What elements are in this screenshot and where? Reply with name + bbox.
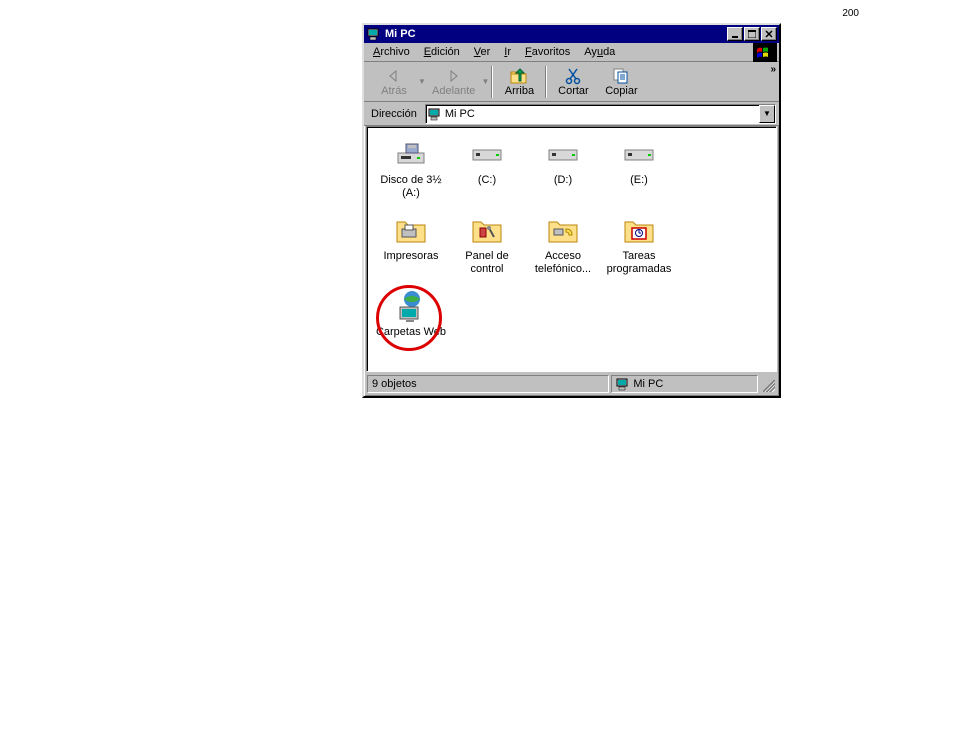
toolbar-separator [491,66,493,98]
item-label: (D:) [554,174,572,187]
folder-clock-icon [622,213,656,247]
scissors-icon [564,67,582,85]
folder-impresoras[interactable]: Impresoras [373,211,449,287]
maximize-button[interactable] [744,27,760,41]
drive-floppy-a[interactable]: Disco de 3½ (A:) [373,135,449,211]
folder-scheduled-tasks[interactable]: Tareas programadas [601,211,677,287]
address-field[interactable]: Mi PC ▼ [425,104,776,124]
folder-dialup[interactable]: Acceso telefónico... [525,211,601,287]
menu-favoritos[interactable]: Favoritos [518,44,577,60]
computer-icon-status [616,377,630,391]
arrow-right-icon [446,67,462,85]
item-label: (E:) [630,174,648,187]
copy-icon [612,67,630,85]
menu-edicion[interactable]: Edición [417,44,467,60]
drive-c[interactable]: (C:) [449,135,525,211]
resize-grip[interactable] [760,375,776,393]
explorer-window: Mi PC Archivo Edición Ver Ir Favoritos A… [362,23,781,398]
minimize-button[interactable] [727,27,743,41]
back-label: Atrás [381,85,407,97]
statusbar: 9 objetos Mi PC [366,374,777,394]
arrow-left-icon [386,67,402,85]
hdd-icon [622,137,656,171]
item-label: Disco de 3½ (A:) [375,174,447,199]
back-button[interactable]: Atrás [370,64,418,100]
titlebar[interactable]: Mi PC [364,25,779,43]
menubar: Archivo Edición Ver Ir Favoritos Ayuda [364,43,779,62]
icon-grid: Disco de 3½ (A:) (C:) [373,135,770,363]
folder-phone-icon [546,213,580,247]
forward-label: Adelante [432,85,475,97]
status-object-count: 9 objetos [372,378,417,390]
address-label: Dirección [367,108,421,120]
item-label: (C:) [478,174,496,187]
windows-logo-icon[interactable] [753,43,777,63]
copy-button[interactable]: Copiar [597,64,645,100]
menu-archivo[interactable]: Archivo [366,44,417,60]
folder-up-icon [509,67,529,85]
hdd-icon [470,137,504,171]
item-label: Impresoras [383,250,438,263]
hdd-icon [546,137,580,171]
item-label: Tareas programadas [603,250,675,275]
drive-d[interactable]: (D:) [525,135,601,211]
cut-label: Cortar [558,85,589,97]
folder-control-panel[interactable]: Panel de control [449,211,525,287]
up-label: Arriba [505,85,534,97]
item-label: Panel de control [451,250,523,275]
computer-icon-small [428,107,442,121]
forward-button[interactable]: Adelante [426,64,481,100]
page-number: 200 [842,8,859,19]
addressbar: Dirección Mi PC ▼ [364,102,779,126]
web-folder-icon [394,289,428,323]
toolbar: Atrás ▼ Adelante ▼ Arriba [364,62,779,102]
content-pane[interactable]: Disco de 3½ (A:) (C:) [366,126,777,372]
floppy-icon [394,137,428,171]
drive-e[interactable]: (E:) [601,135,677,211]
status-left: 9 objetos [367,375,609,393]
folder-tools-icon [470,213,504,247]
window-title: Mi PC [385,28,726,40]
menu-ir[interactable]: Ir [497,44,518,60]
address-value: Mi PC [445,108,475,120]
cut-button[interactable]: Cortar [549,64,597,100]
menu-ayuda[interactable]: Ayuda [577,44,622,60]
menu-ver[interactable]: Ver [467,44,498,60]
status-right: Mi PC [611,375,758,393]
toolbar-separator-2 [545,66,547,98]
up-button[interactable]: Arriba [495,64,543,100]
item-label: Acceso telefónico... [527,250,599,275]
toolbar-more[interactable]: » [770,64,776,75]
computer-icon [366,26,382,42]
folder-web-folders[interactable]: Carpetas Web [373,287,449,363]
forward-caret[interactable]: ▼ [481,64,489,100]
folder-printer-icon [394,213,428,247]
status-location: Mi PC [633,378,663,390]
back-caret[interactable]: ▼ [418,64,426,100]
item-label: Carpetas Web [376,326,446,339]
close-button[interactable] [761,27,777,41]
address-dropdown-button[interactable]: ▼ [759,105,775,123]
copy-label: Copiar [605,85,637,97]
